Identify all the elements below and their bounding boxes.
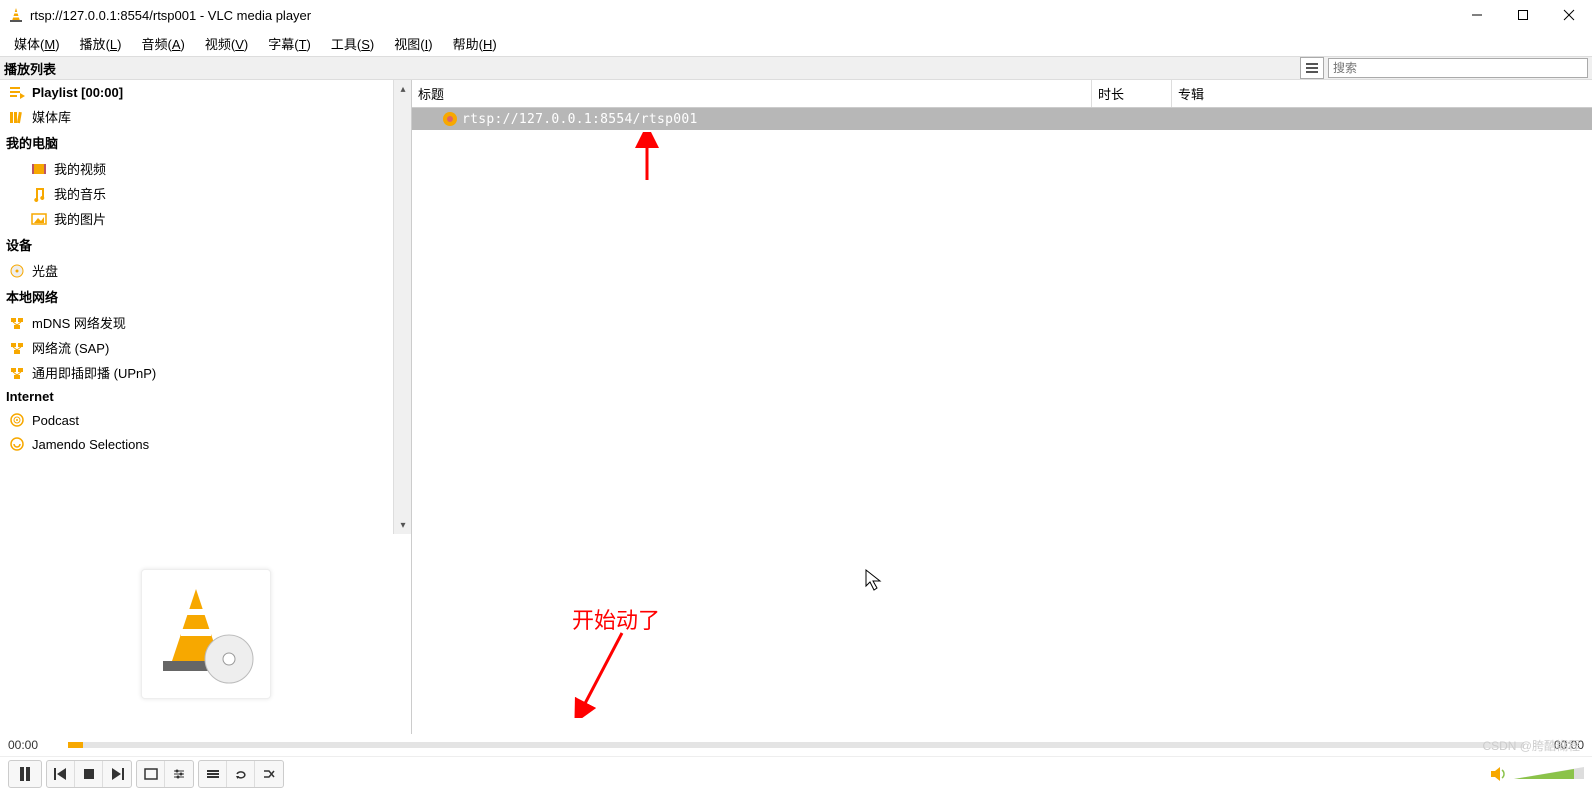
sidebar-item[interactable]: 光盘 [0, 258, 393, 283]
sidebar-item[interactable]: 我的视频 [0, 156, 393, 181]
source-sidebar[interactable]: Playlist [00:00] 媒体库我的电脑我的视频我的音乐我的图片设备光盘本… [0, 80, 411, 534]
time-total: 00:00 [1534, 738, 1584, 752]
sidebar-group: 设备 [0, 231, 393, 258]
picture-icon [30, 210, 48, 228]
playlist-content: 标题 时长 专辑 rtsp://127.0.0.1:8554/rtsp001 开… [412, 80, 1592, 734]
maximize-button[interactable] [1500, 0, 1546, 30]
titlebar: rtsp://127.0.0.1:8554/rtsp001 - VLC medi… [0, 0, 1592, 30]
listview-toggle-button[interactable] [1300, 57, 1324, 79]
annotation-arrow-icon [632, 132, 662, 182]
menu-subtitle[interactable]: 字幕(T) [258, 31, 321, 56]
net-icon [8, 364, 26, 382]
sidebar-item[interactable]: 网络流 (SAP) [0, 335, 393, 360]
sidebar-item[interactable]: Playlist [00:00] [0, 80, 393, 104]
sidebar-group: 我的电脑 [0, 129, 393, 156]
sidebar-item[interactable]: Podcast [0, 408, 393, 432]
sidebar-item-label: mDNS 网络发现 [32, 313, 126, 332]
video-icon [30, 160, 48, 178]
sidebar-item[interactable]: Jamendo Selections [0, 432, 393, 456]
stop-button[interactable] [75, 761, 103, 787]
menu-help[interactable]: 帮助(H) [443, 31, 507, 56]
scroll-up-icon[interactable]: ▴ [394, 80, 411, 98]
shuffle-button[interactable] [255, 761, 283, 787]
sidebar-item-label: 通用即插即播 (UPnP) [32, 363, 156, 382]
window-title: rtsp://127.0.0.1:8554/rtsp001 - VLC medi… [30, 8, 311, 23]
annotation-arrow2-icon [572, 628, 632, 718]
sidebar-item-label: 我的音乐 [54, 184, 106, 203]
library-icon [8, 108, 26, 126]
sidebar-item-label: 我的图片 [54, 209, 106, 228]
seek-row: 00:00 00:00 [0, 734, 1592, 756]
sidebar-item[interactable]: mDNS 网络发现 [0, 310, 393, 335]
time-elapsed: 00:00 [8, 738, 58, 752]
menu-media[interactable]: 媒体(M) [4, 31, 70, 56]
annotation-text: 开始动了 [572, 603, 660, 635]
playlist-header-label: 播放列表 [0, 59, 1300, 78]
vlc-cone-icon [8, 7, 24, 23]
sidebar-group: Internet [0, 385, 393, 408]
album-art-area [0, 534, 411, 734]
fullscreen-button[interactable] [137, 761, 165, 787]
sidebar-item[interactable]: 我的音乐 [0, 181, 393, 206]
column-title[interactable]: 标题 [412, 80, 1092, 107]
column-headers: 标题 时长 专辑 [412, 80, 1592, 108]
sidebar-scrollbar[interactable]: ▴ ▾ [393, 80, 411, 534]
scroll-down-icon[interactable]: ▾ [394, 516, 411, 534]
pause-button[interactable] [9, 761, 41, 787]
stream-icon [442, 111, 458, 127]
sidebar-item-label: Podcast [32, 413, 79, 428]
column-duration[interactable]: 时长 [1092, 80, 1172, 107]
row-title: rtsp://127.0.0.1:8554/rtsp001 [462, 112, 698, 127]
sidebar-item-label: 光盘 [32, 261, 58, 280]
mouse-cursor-icon [864, 568, 884, 592]
playlist-body[interactable]: rtsp://127.0.0.1:8554/rtsp001 开始动了 [412, 108, 1592, 734]
menu-playback[interactable]: 播放(L) [70, 31, 132, 56]
ext-settings-button[interactable] [165, 761, 193, 787]
album-art [141, 569, 271, 699]
jamendo-icon [8, 435, 26, 453]
podcast-icon [8, 411, 26, 429]
next-button[interactable] [103, 761, 131, 787]
menu-tools[interactable]: 工具(S) [321, 31, 384, 56]
sidebar-item-label: 我的视频 [54, 159, 106, 178]
minimize-button[interactable] [1454, 0, 1500, 30]
playlist-row[interactable]: rtsp://127.0.0.1:8554/rtsp001 [412, 108, 1592, 130]
disc-icon [8, 262, 26, 280]
menu-video[interactable]: 视频(V) [195, 31, 258, 56]
column-album[interactable]: 专辑 [1172, 80, 1592, 107]
sidebar-item[interactable]: 媒体库 [0, 104, 393, 129]
sidebar-item[interactable]: 通用即插即播 (UPnP) [0, 360, 393, 385]
sidebar-item-label: 网络流 (SAP) [32, 338, 109, 357]
volume-icon[interactable] [1490, 766, 1508, 782]
volume-slider[interactable] [1514, 765, 1584, 783]
prev-button[interactable] [47, 761, 75, 787]
close-button[interactable] [1546, 0, 1592, 30]
menubar: 媒体(M) 播放(L) 音频(A) 视频(V) 字幕(T) 工具(S) 视图(I… [0, 30, 1592, 56]
controls-bar [0, 756, 1592, 790]
playlist-header: 播放列表 [0, 56, 1592, 80]
menu-view[interactable]: 视图(I) [384, 31, 442, 56]
search-input[interactable] [1328, 58, 1588, 78]
sidebar-item-label: Jamendo Selections [32, 437, 149, 452]
net-icon [8, 314, 26, 332]
music-icon [30, 185, 48, 203]
sidebar-item-label: Playlist [00:00] [32, 85, 123, 100]
net-icon [8, 339, 26, 357]
playlist-button[interactable] [199, 761, 227, 787]
sidebar-item-label: 媒体库 [32, 107, 71, 126]
playlist-icon [8, 83, 26, 101]
loop-button[interactable] [227, 761, 255, 787]
seek-slider[interactable] [68, 742, 1524, 748]
sidebar-group: 本地网络 [0, 283, 393, 310]
menu-audio[interactable]: 音频(A) [131, 31, 194, 56]
sidebar-item[interactable]: 我的图片 [0, 206, 393, 231]
